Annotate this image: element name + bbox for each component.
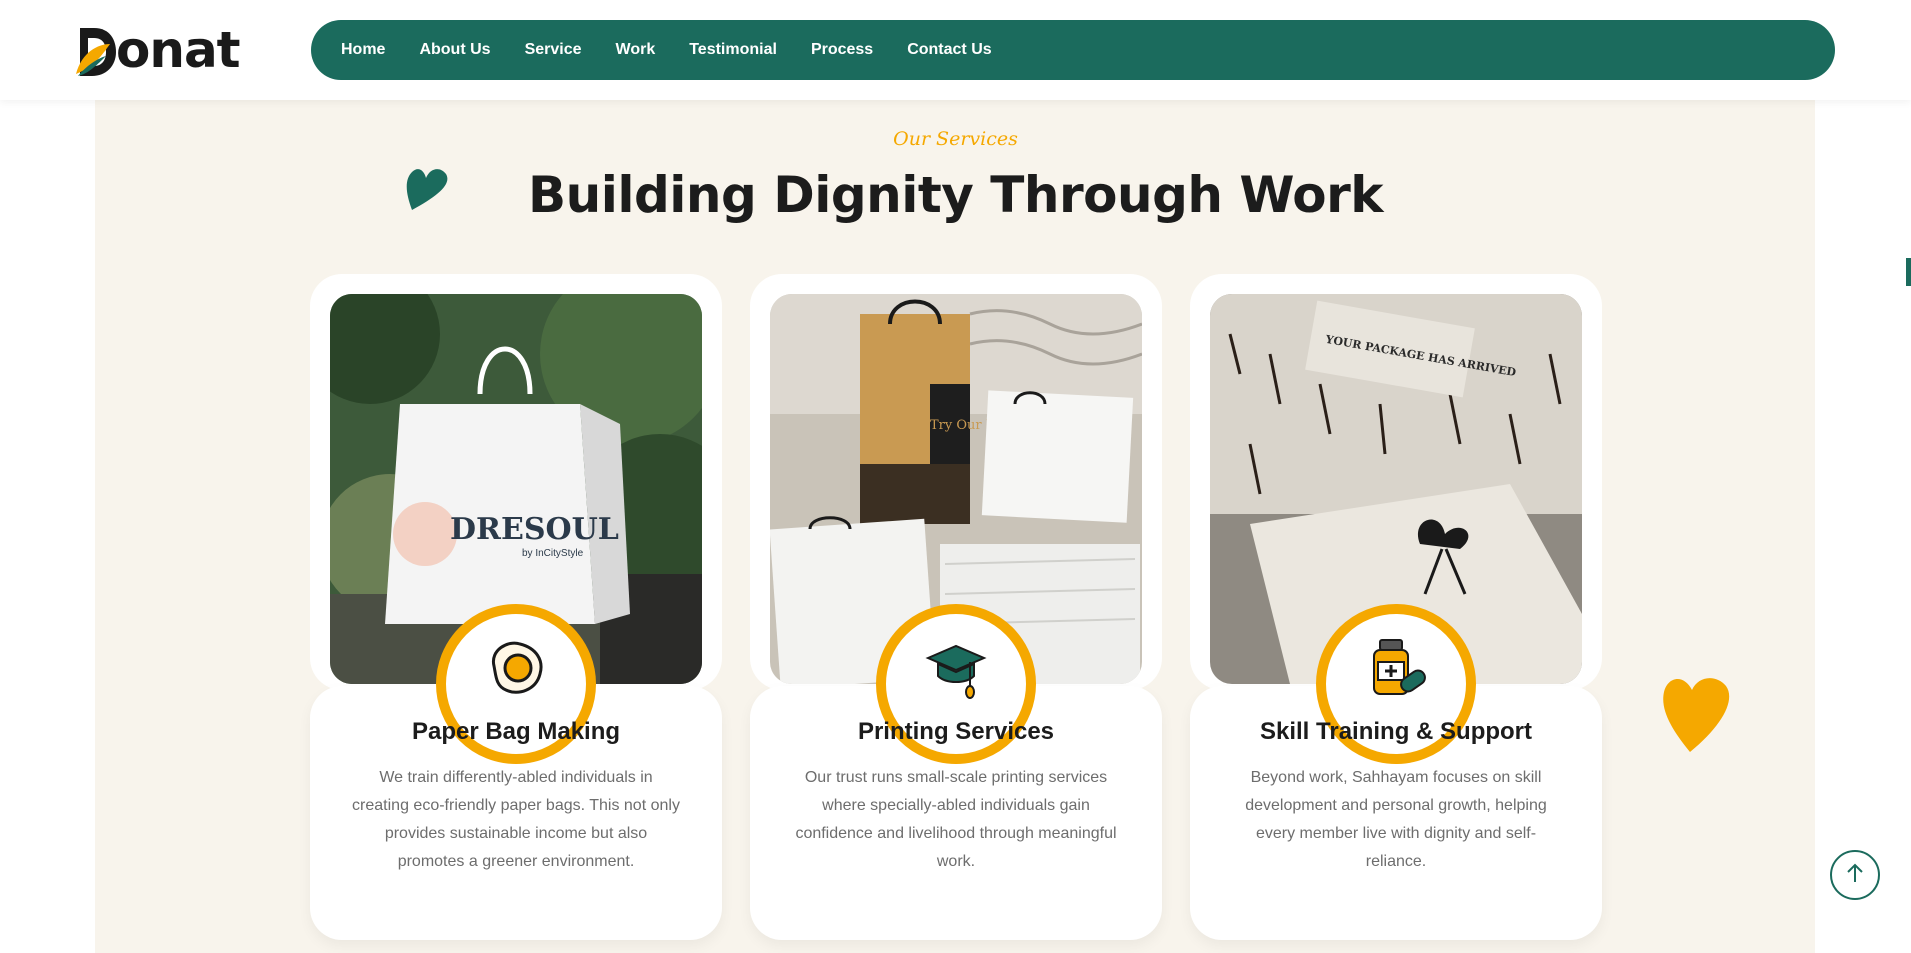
orange-heart-icon <box>1660 670 1732 754</box>
card-description: Our trust runs small-scale printing serv… <box>795 769 1117 870</box>
nav-work[interactable]: Work <box>616 41 656 59</box>
main-nav: Home About Us Service Work Testimonial P… <box>311 20 1835 80</box>
section-eyebrow: Our Services <box>893 128 1018 150</box>
logo-d-leaf-icon <box>76 22 116 78</box>
bag-brand-text: DRESOUL <box>450 512 619 547</box>
scroll-to-top-button[interactable] <box>1830 850 1880 900</box>
arrow-up-icon <box>1844 862 1866 888</box>
section-title: Building Dignity Through Work <box>527 166 1384 224</box>
nav-testimonial[interactable]: Testimonial <box>689 41 777 59</box>
card-description: Beyond work, Sahhayam focuses on skill d… <box>1245 769 1547 870</box>
logo[interactable]: onat <box>76 21 241 79</box>
service-card-printing: Try Our Bakes Printing Services Our trus… <box>750 274 1162 940</box>
service-card-skill-training: YOUR PACKAGE HAS ARRIVED Skill Training … <box>1190 274 1602 940</box>
nav-contact-us[interactable]: Contact Us <box>907 41 991 59</box>
logo-text: onat <box>116 21 241 79</box>
nav-service[interactable]: Service <box>525 41 582 59</box>
nav-process[interactable]: Process <box>811 41 873 59</box>
green-heart-icon <box>404 160 450 212</box>
graduation-cap-icon <box>924 636 988 704</box>
card-title: Skill Training & Support <box>1259 718 1532 745</box>
edge-indicator <box>1906 258 1911 286</box>
card-description: We train differently-abled individuals i… <box>352 769 680 870</box>
nav-about-us[interactable]: About Us <box>419 41 490 59</box>
site-header: onat Home About Us Service Work Testimon… <box>0 0 1911 100</box>
card-title: Paper Bag Making <box>411 718 621 745</box>
fried-egg-icon <box>484 636 548 704</box>
card-title: Printing Services <box>857 718 1055 745</box>
bag-brand-subtext: by InCityStyle <box>522 548 584 559</box>
service-card-paper-bag: DRESOUL by InCityStyle Paper Bag Making … <box>310 274 722 940</box>
nav-home[interactable]: Home <box>341 41 385 59</box>
medicine-bottle-icon <box>1364 636 1428 704</box>
